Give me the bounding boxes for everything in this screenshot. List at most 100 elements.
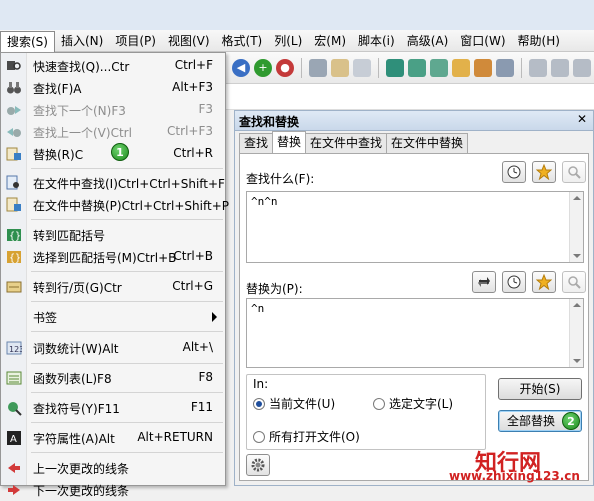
- window-top-strip: [0, 0, 594, 30]
- copy-icon[interactable]: [353, 58, 371, 77]
- menu-item-next-change[interactable]: 下一次更改的线条: [1, 479, 225, 501]
- gear-icon: [251, 458, 265, 472]
- menu-item-label: 查找上一个(V)Ctrl: [33, 126, 132, 140]
- menu-item-replace-in-files[interactable]: 在文件中替换(P)Ctrl+Ctrl+Shift+P: [1, 194, 229, 216]
- menu-item-shortcut: Ctrl+F: [174, 58, 213, 72]
- match-brace-icon: {}: [6, 227, 22, 243]
- replace-all-label: 全部替换: [507, 414, 556, 428]
- quick-find-icon: [6, 58, 22, 74]
- menu-item-find-next[interactable]: 查找下一个(N)F3 F3: [1, 99, 225, 121]
- replace-favorites-button[interactable]: [532, 271, 556, 293]
- stop-icon[interactable]: ●: [276, 58, 294, 77]
- menu-item-label: 词数统计(W)Alt: [33, 342, 119, 356]
- replace-in-files-icon: [6, 197, 22, 213]
- close-icon[interactable]: ✕: [577, 112, 587, 126]
- menu-item-label: 选择到匹配括号(M)Ctrl+B: [33, 251, 177, 265]
- window-icon[interactable]: [573, 58, 591, 77]
- menu-item-find[interactable]: 查找(F)A Alt+F3: [1, 77, 225, 99]
- menu-window[interactable]: 窗口(W): [454, 30, 511, 52]
- menu-format[interactable]: 格式(T): [216, 30, 269, 52]
- replace-history-button[interactable]: [502, 271, 526, 293]
- tab-replace[interactable]: 替换: [272, 131, 307, 153]
- menu-column[interactable]: 列(L): [268, 30, 308, 52]
- menu-script[interactable]: 脚本(i): [352, 30, 401, 52]
- find-icon[interactable]: [386, 58, 404, 77]
- paste-icon[interactable]: [331, 58, 349, 77]
- menu-item-shortcut: F3: [198, 102, 213, 116]
- menu-separator: [31, 301, 223, 302]
- menu-item-goto-line[interactable]: 转到行/页(G)Ctr Ctrl+G: [1, 276, 225, 298]
- menu-insert[interactable]: 插入(N): [55, 30, 109, 52]
- menu-item-shortcut: Ctrl+B: [173, 249, 213, 263]
- current-file-label[interactable]: 当前文件(U): [269, 395, 335, 412]
- watermark-url: www.zhixing123.cn: [449, 469, 580, 483]
- find-what-label: 查找什么(F):: [246, 172, 315, 186]
- menu-item-char-properties[interactable]: A 字符属性(A)Alt Alt+RETURN: [1, 427, 225, 449]
- menu-item-label: 下一次更改的线条: [33, 484, 130, 498]
- menu-item-find-symbol[interactable]: 查找符号(Y)F11 F11: [1, 397, 225, 419]
- menu-advanced[interactable]: 高级(A): [401, 30, 455, 52]
- cut-icon[interactable]: [309, 58, 327, 77]
- menu-item-label: 字符属性(A)Alt: [33, 432, 115, 446]
- menu-search[interactable]: 搜索(S): [0, 31, 55, 52]
- menu-item-quick-find[interactable]: 快速查找(Q)...Ctr Ctrl+F: [1, 55, 225, 77]
- clock-icon: [507, 165, 521, 179]
- svg-text:A: A: [10, 434, 17, 445]
- tab-replace-in-files[interactable]: 在文件中替换: [386, 133, 469, 153]
- settings-button[interactable]: [246, 454, 270, 476]
- menu-item-bookmarks[interactable]: 书签: [1, 306, 225, 328]
- tab-find[interactable]: 查找: [239, 133, 274, 153]
- swap-button[interactable]: [472, 271, 496, 293]
- menu-macro[interactable]: 宏(M): [308, 30, 352, 52]
- menu-item-label: 在文件中替换(P)Ctrl+Ctrl+Shift+P: [33, 199, 229, 213]
- menu-item-word-count[interactable]: 123 词数统计(W)Alt Alt+\: [1, 337, 225, 359]
- menu-item-goto-match-brace[interactable]: {} 转到匹配括号: [1, 224, 225, 246]
- selected-text-label[interactable]: 选定文字(L): [389, 395, 453, 412]
- menu-separator: [31, 168, 223, 169]
- find-zoom-button[interactable]: [562, 161, 586, 183]
- all-open-files-label[interactable]: 所有打开文件(O): [269, 428, 360, 445]
- replace-toolbar-icon[interactable]: [452, 58, 470, 77]
- find-favorites-button[interactable]: [532, 161, 556, 183]
- menu-separator: [31, 219, 223, 220]
- find-next-toolbar-icon[interactable]: [408, 58, 426, 77]
- menu-item-find-in-files[interactable]: 在文件中查找(I)Ctrl+Ctrl+Shift+F: [1, 172, 225, 194]
- list-icon[interactable]: [496, 58, 514, 77]
- menu-item-function-list[interactable]: 函数列表(L)F8 F8: [1, 367, 225, 389]
- replace-with-scrollbar[interactable]: [569, 299, 583, 367]
- current-file-radio[interactable]: [253, 398, 265, 410]
- scope-group: In: 当前文件(U) 选定文字(L) 所有打开文件(O): [246, 374, 486, 450]
- add-icon[interactable]: +: [254, 58, 272, 77]
- menu-item-prev-change[interactable]: 上一次更改的线条: [1, 457, 225, 479]
- word-count-icon: 123: [6, 340, 24, 356]
- menu-item-label: 上一次更改的线条: [33, 462, 130, 476]
- editor-area[interactable]: [226, 84, 594, 110]
- menu-item-shortcut: F8: [198, 370, 213, 384]
- all-open-files-radio[interactable]: [253, 431, 265, 443]
- find-what-scrollbar[interactable]: [569, 192, 583, 262]
- replace-with-input[interactable]: ^n: [246, 298, 584, 368]
- menu-item-select-to-brace[interactable]: {} 选择到匹配括号(M)Ctrl+B Ctrl+B: [1, 246, 225, 268]
- tab-find-in-files[interactable]: 在文件中查找: [305, 133, 388, 153]
- menu-project[interactable]: 项目(P): [109, 30, 162, 52]
- toolbar-separator: [521, 57, 522, 78]
- highlight-icon[interactable]: [474, 58, 492, 77]
- menu-view[interactable]: 视图(V): [162, 30, 216, 52]
- menu-item-find-previous[interactable]: 查找上一个(V)Ctrl Ctrl+F3: [1, 121, 225, 143]
- find-what-input[interactable]: ^n^n: [246, 191, 584, 263]
- menu-help[interactable]: 帮助(H): [512, 30, 566, 52]
- replace-zoom-button[interactable]: [562, 271, 586, 293]
- start-button[interactable]: 开始(S): [498, 378, 582, 400]
- goto-line-icon: [6, 279, 22, 295]
- step-badge-2: 2: [562, 412, 580, 430]
- scope-label: In:: [253, 377, 269, 391]
- split-icon[interactable]: [551, 58, 569, 77]
- selected-text-radio[interactable]: [373, 398, 385, 410]
- menu-separator: [31, 392, 223, 393]
- find-history-button[interactable]: [502, 161, 526, 183]
- menu-item-label: 在文件中查找(I)Ctrl+Ctrl+Shift+F: [33, 177, 225, 191]
- back-icon[interactable]: ◀: [232, 58, 250, 77]
- find-prev-toolbar-icon[interactable]: [430, 58, 448, 77]
- find-what-value: ^n^n: [251, 195, 278, 208]
- layout-icon[interactable]: [529, 58, 547, 77]
